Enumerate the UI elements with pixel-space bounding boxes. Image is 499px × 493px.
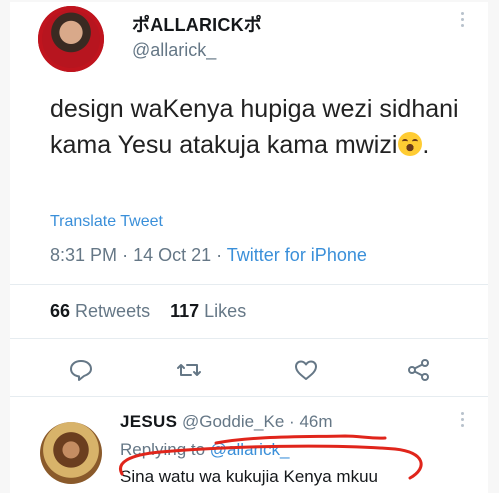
tweet-actions (10, 357, 488, 387)
screenshot-frame: ポALLARICKポ @allarick_ design waKenya hup… (0, 0, 499, 493)
meta-separator: · (216, 245, 227, 265)
replying-prefix: Replying to (120, 440, 206, 459)
meta-separator: · (122, 245, 134, 265)
retweets-label[interactable]: Retweets (75, 301, 150, 321)
reply-header: JESUS @Goddie_Ke · 46m (120, 412, 333, 432)
tweet-stats: 66 Retweets 117 Likes (50, 301, 246, 322)
reply-text: Sina watu wa kukujia Kenya mkuu (120, 467, 378, 486)
more-icon[interactable] (458, 410, 466, 432)
tweet-text-tail: . (422, 131, 430, 159)
reply-display-name[interactable]: JESUS (120, 412, 177, 431)
more-icon[interactable] (458, 10, 466, 32)
author-avatar[interactable] (38, 6, 104, 72)
tweet-time: 8:31 PM (50, 245, 118, 265)
tweet-source-link[interactable]: Twitter for iPhone (227, 245, 367, 265)
reply-tweet[interactable]: JESUS @Goddie_Ke · 46m Replying to @alla… (10, 404, 488, 493)
author-handle[interactable]: @allarick_ (132, 40, 216, 61)
like-icon[interactable] (293, 357, 319, 383)
divider (10, 396, 488, 397)
likes-label[interactable]: Likes (204, 301, 246, 321)
replying-handle-link[interactable]: @allarick_ (210, 440, 290, 459)
reply-author-avatar[interactable] (40, 422, 102, 484)
tweet-date: 14 Oct 21 (133, 245, 212, 265)
reply-age: 46m (299, 412, 333, 431)
tweet-text: design waKenya hupiga wezi sidhani kama … (50, 91, 470, 163)
divider (10, 284, 488, 285)
tweet-meta: 8:31 PM · 14 Oct 21 · Twitter for iPhone (50, 245, 367, 266)
divider (10, 338, 488, 339)
meta-separator: · (289, 412, 300, 431)
emoji-laughing-icon (398, 132, 423, 156)
reply-handle[interactable]: @Goddie_Ke (182, 412, 284, 431)
retweet-icon[interactable] (176, 357, 202, 383)
retweets-count[interactable]: 66 (50, 301, 70, 321)
author-display-name[interactable]: ポALLARICKポ (132, 11, 262, 37)
reply-icon[interactable] (68, 357, 94, 383)
translate-tweet-link[interactable]: Translate Tweet (50, 213, 163, 231)
tweet-card: ポALLARICKポ @allarick_ design waKenya hup… (10, 2, 488, 493)
tweet-body: design waKenya hupiga wezi sidhani kama … (50, 95, 459, 159)
share-icon[interactable] (406, 357, 432, 383)
likes-count[interactable]: 117 (170, 301, 199, 321)
replying-to: Replying to @allarick_ (120, 440, 289, 460)
